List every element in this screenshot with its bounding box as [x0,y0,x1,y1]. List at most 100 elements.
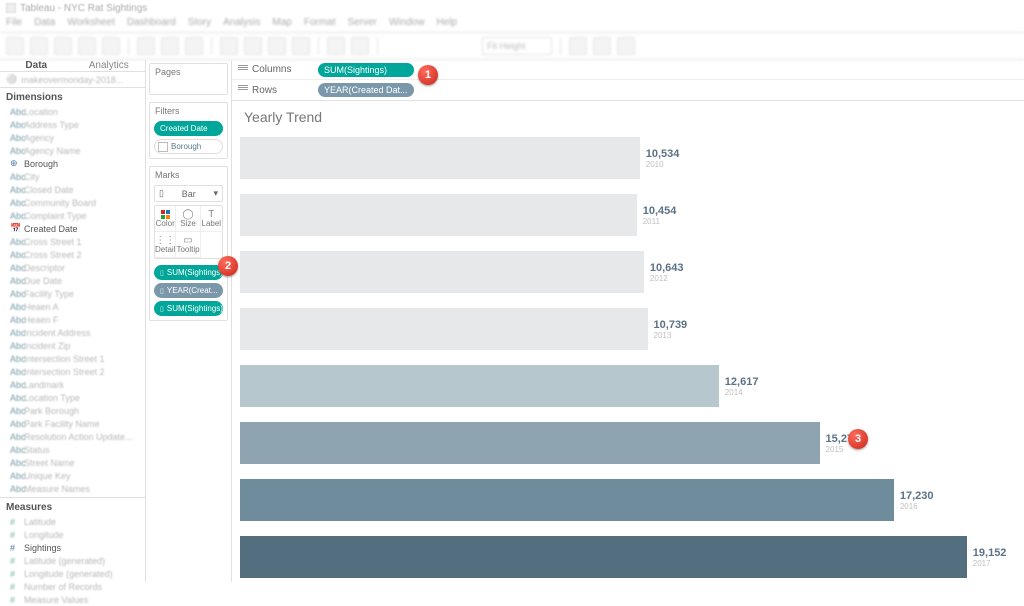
dimension-item[interactable]: AbcCity [0,170,145,183]
dimension-item[interactable]: AbcAgency [0,131,145,144]
field-type-icon: Abc [10,458,20,468]
dimension-item[interactable]: AbcCross Street 2 [0,248,145,261]
save-button[interactable] [78,37,96,55]
bar-row[interactable]: 12,6172014 [240,365,1014,407]
redo-button[interactable] [54,37,72,55]
dimension-item[interactable]: AbcResolution Action Update... [0,430,145,443]
dimension-item[interactable]: AbcIncident Address [0,326,145,339]
mark-pill[interactable]: ▯SUM(Sightings) [154,301,223,316]
menu-help[interactable]: Help [437,17,458,31]
dimension-item[interactable]: AbcLocation [0,105,145,118]
work-area: Columns SUM(Sightings) Rows YEAR(Created… [232,60,1024,582]
columns-shelf[interactable]: Columns SUM(Sightings) [232,60,1024,80]
toolbar-button[interactable] [244,37,262,55]
measure-item[interactable]: #Measure Values [0,593,145,606]
dimension-item[interactable]: ⊕Borough [0,157,145,170]
toolbar-button[interactable] [617,37,635,55]
menu-server[interactable]: Server [348,17,377,31]
measure-item[interactable]: #Longitude (generated) [0,567,145,580]
menu-file[interactable]: File [6,17,22,31]
dimension-item[interactable]: AbcAgency Name [0,144,145,157]
toolbar-button[interactable] [268,37,286,55]
mark-size[interactable]: ◯Size [176,206,200,232]
bar-row[interactable]: 10,4542011 [240,194,1014,236]
dimension-item[interactable]: AbcCommunity Board [0,196,145,209]
fit-dropdown[interactable]: Fit Height [482,37,552,55]
bar-row[interactable]: 10,5342010 [240,137,1014,179]
dimension-item[interactable]: AbcAddress Type [0,118,145,131]
field-type-icon: Abc [10,367,20,377]
dimension-item[interactable]: AbcLandmark [0,378,145,391]
bar-row[interactable]: 17,2302016 [240,479,1014,521]
bar-row[interactable]: 10,6432012 [240,251,1014,293]
measure-item[interactable]: #Sightings [0,541,145,554]
dimension-item[interactable]: AbcDue Date [0,274,145,287]
datasource-row[interactable]: ⚪ makeovermonday-2018... [0,72,145,87]
toolbar-button[interactable] [185,37,203,55]
menu-window[interactable]: Window [389,17,425,31]
field-label: Heaen A [24,302,59,312]
toolbar-button[interactable] [102,37,120,55]
toolbar-button[interactable] [6,37,24,55]
mark-pill[interactable]: ▯SUM(Sightings) [154,265,223,280]
dimension-item[interactable]: AbcHeaen A [0,300,145,313]
menu-worksheet[interactable]: Worksheet [67,17,115,31]
dimension-item[interactable]: AbcDescriptor [0,261,145,274]
dimension-item[interactable]: AbcUnique Key [0,469,145,482]
tab-data[interactable]: Data [0,60,73,71]
dimension-item[interactable]: AbcComplaint Type [0,209,145,222]
menu-format[interactable]: Format [304,17,336,31]
filter-pill[interactable]: Borough [154,139,223,154]
tab-analytics[interactable]: Analytics [73,60,146,71]
measure-item[interactable]: #Latitude [0,515,145,528]
mark-pill[interactable]: ▯YEAR(Creat... [154,283,223,298]
dimension-item[interactable]: AbcHeaen F [0,313,145,326]
dimension-item[interactable]: AbcIncident Zip [0,339,145,352]
bar-row[interactable]: 10,7392013 [240,308,1014,350]
toolbar-button[interactable] [569,37,587,55]
dimension-item[interactable]: AbcIntersection Street 1 [0,352,145,365]
mark-tooltip[interactable]: ▭Tooltip [176,232,200,258]
measure-item[interactable]: #Latitude (generated) [0,554,145,567]
dimension-item[interactable]: AbcStatus [0,443,145,456]
toolbar-button[interactable] [137,37,155,55]
bar-row[interactable]: 19,1522017 [240,536,1014,578]
mark-type-dropdown[interactable]: ▯ Bar ▾ [154,185,223,202]
dimension-item[interactable]: AbcFacility Type [0,287,145,300]
dimension-item[interactable]: AbcPark Facility Name [0,417,145,430]
shelf-pill[interactable]: YEAR(Created Dat... [318,83,414,97]
dimension-item[interactable]: AbcMeasure Names [0,482,145,495]
bar-label: 10,6432012 [650,262,684,283]
filter-pill[interactable]: Created Date [154,121,223,136]
dimension-item[interactable]: AbcClosed Date [0,183,145,196]
toolbar-button[interactable] [292,37,310,55]
toolbar-button[interactable] [161,37,179,55]
field-type-icon: Abc [10,133,20,143]
shelf-pill[interactable]: SUM(Sightings) [318,63,414,77]
dimension-item[interactable]: AbcPark Borough [0,404,145,417]
undo-button[interactable] [30,37,48,55]
mark-color[interactable]: Color [155,206,176,232]
dimension-item[interactable]: AbcCross Street 1 [0,235,145,248]
toolbar-button[interactable] [327,37,345,55]
mark-label[interactable]: TLabel [201,206,222,232]
menu-analysis[interactable]: Analysis [223,17,260,31]
toolbar-button[interactable] [593,37,611,55]
menu-dashboard[interactable]: Dashboard [127,17,176,31]
dimension-item[interactable]: AbcIntersection Street 2 [0,365,145,378]
menu-map[interactable]: Map [272,17,291,31]
viz-canvas[interactable]: Yearly Trend 10,534201010,454201110,6432… [232,101,1024,582]
measure-item[interactable]: #Longitude [0,528,145,541]
bar-row[interactable]: 15,2722015 [240,422,1014,464]
callout-2: 2 [218,256,238,276]
dimension-item[interactable]: AbcLocation Type [0,391,145,404]
dimension-item[interactable]: AbcStreet Name [0,456,145,469]
menu-data[interactable]: Data [34,17,55,31]
menu-story[interactable]: Story [188,17,211,31]
rows-shelf[interactable]: Rows YEAR(Created Dat... [232,80,1024,100]
mark-detail[interactable]: ⋮⋮Detail [155,232,176,258]
toolbar-button[interactable] [220,37,238,55]
toolbar-button[interactable] [351,37,369,55]
field-type-icon: Abc [10,289,20,299]
dimension-item[interactable]: 📅Created Date [0,222,145,235]
